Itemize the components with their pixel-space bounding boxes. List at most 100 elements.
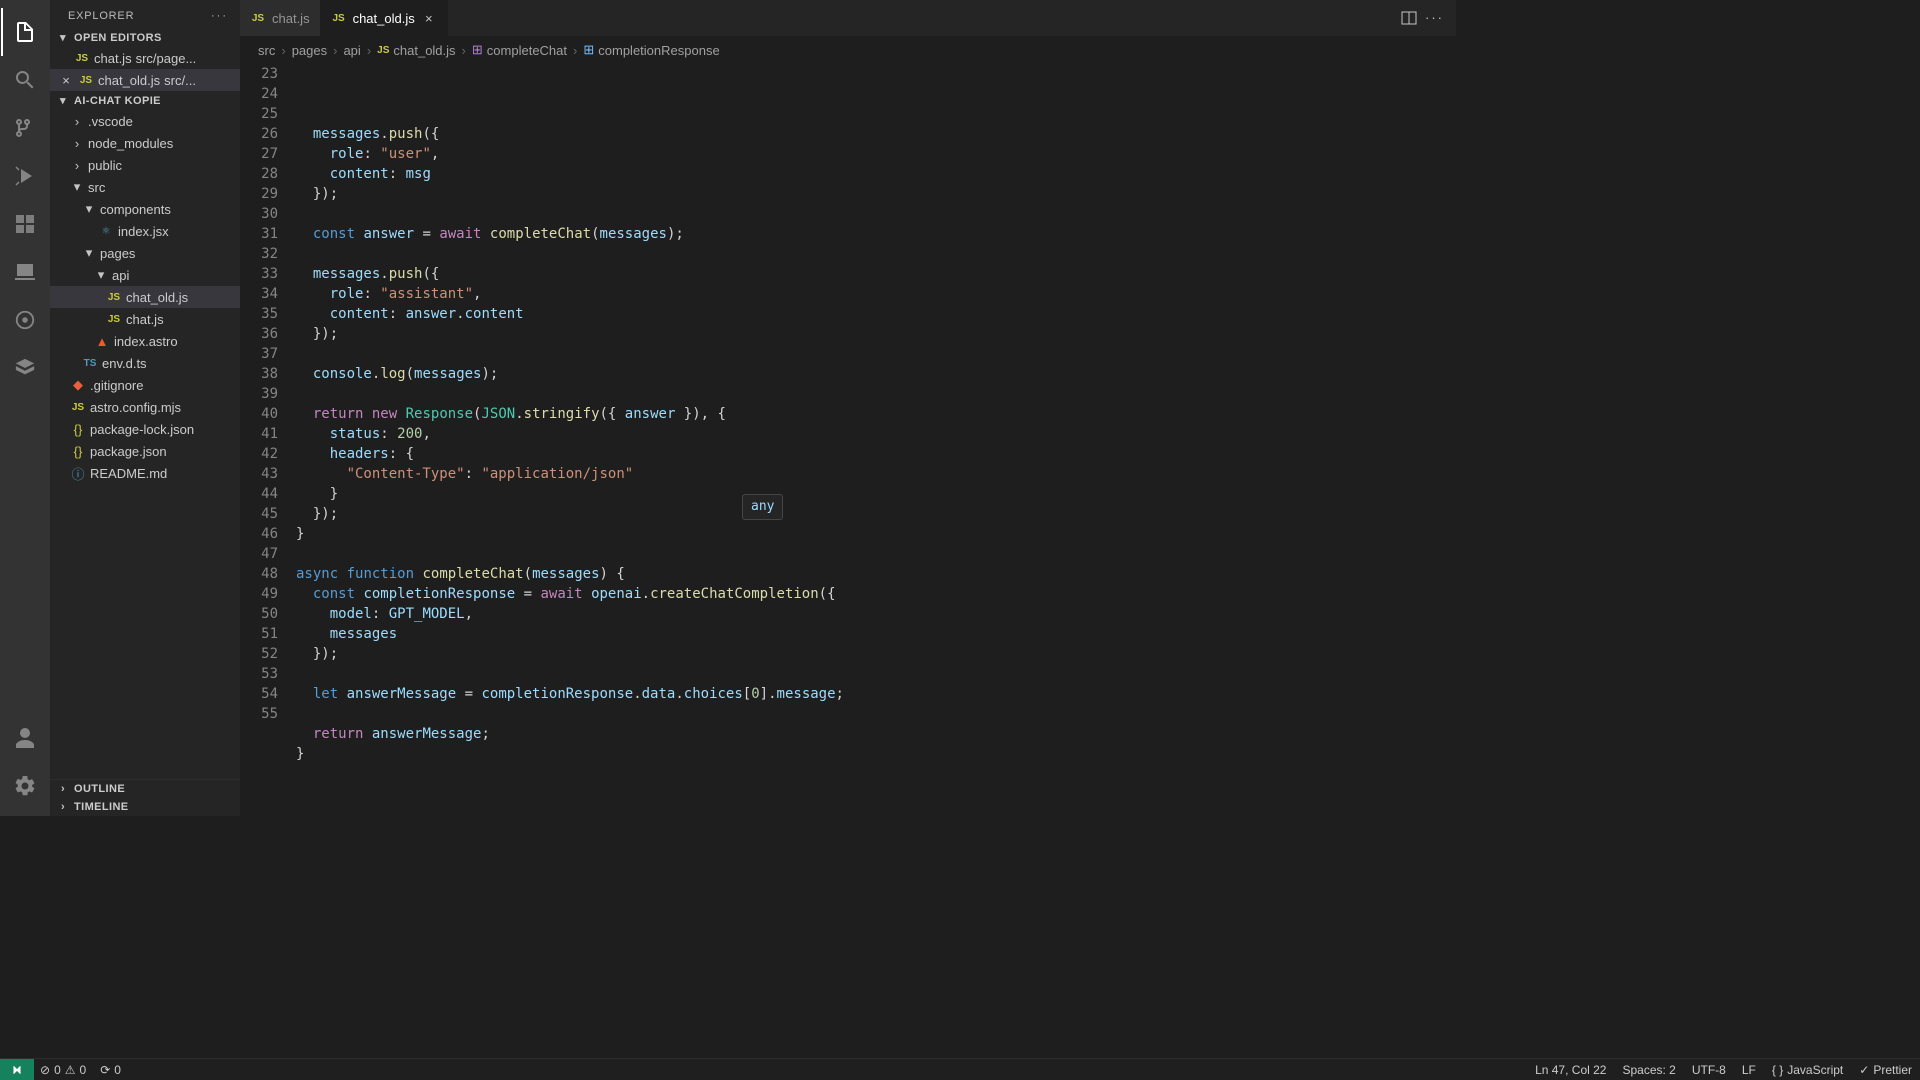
- status-indentation[interactable]: Spaces: 2: [1622, 1063, 1675, 1077]
- js-icon: JS: [70, 402, 86, 413]
- sidebar: EXPLORER ··· ▾ OPEN EDITORS JS chat.js s…: [50, 0, 240, 816]
- folder-api[interactable]: ▾api: [50, 264, 240, 286]
- open-editor-item[interactable]: JS chat.js src/page...: [50, 47, 240, 69]
- breadcrumb-item: api: [343, 43, 360, 58]
- file-package-lock[interactable]: {}package-lock.json: [50, 418, 240, 440]
- breadcrumb-item: pages: [292, 43, 327, 58]
- timeline-header[interactable]: › TIMELINE: [50, 798, 240, 816]
- chevron-down-icon: ▾: [82, 245, 96, 261]
- code-editor[interactable]: 2324252627282930313233343536373839404142…: [240, 64, 1456, 816]
- status-prettier[interactable]: ✓Prettier: [1859, 1063, 1912, 1077]
- gear-icon: [13, 774, 37, 798]
- jsx-icon: ⚛: [98, 226, 114, 237]
- sidebar-title: EXPLORER: [68, 10, 134, 22]
- js-icon: JS: [331, 13, 347, 24]
- folder-node-modules[interactable]: ›node_modules: [50, 132, 240, 154]
- breadcrumb-item: ⊞completeChat: [472, 42, 567, 58]
- more-icon[interactable]: ···: [1425, 10, 1444, 26]
- activity-astro[interactable]: [1, 296, 49, 344]
- chevron-down-icon: ▾: [94, 267, 108, 283]
- chevron-right-icon: ›: [70, 158, 84, 173]
- file-index-astro[interactable]: ▲index.astro: [50, 330, 240, 352]
- open-editors-header[interactable]: ▾ OPEN EDITORS: [50, 28, 240, 47]
- activity-extensions[interactable]: [1, 200, 49, 248]
- status-cursor-position[interactable]: Ln 47, Col 22: [1535, 1063, 1606, 1077]
- account-icon: [13, 726, 37, 750]
- outline-header[interactable]: › OUTLINE: [50, 780, 240, 798]
- file-env-d-ts[interactable]: TSenv.d.ts: [50, 352, 240, 374]
- check-icon: ✓: [1859, 1063, 1869, 1077]
- git-icon: ◆: [70, 377, 86, 393]
- breadcrumb-item: ⊞completionResponse: [583, 42, 719, 58]
- branch-icon: [13, 116, 37, 140]
- json-icon: {}: [70, 444, 86, 459]
- search-icon: [13, 68, 37, 92]
- code-content[interactable]: any messages.push({ role: "user", conten…: [296, 64, 1456, 816]
- ts-icon: TS: [82, 358, 98, 369]
- remote-window-button[interactable]: [0, 1059, 34, 1080]
- close-icon[interactable]: ×: [58, 73, 74, 88]
- breadcrumb[interactable]: src› pages› api› JSchat_old.js› ⊞complet…: [240, 36, 1456, 64]
- status-eol[interactable]: LF: [1742, 1063, 1756, 1077]
- warning-icon: ⚠: [65, 1063, 76, 1077]
- js-icon: JS: [106, 314, 122, 325]
- remote-icon: [13, 260, 37, 284]
- file-index-jsx[interactable]: ⚛index.jsx: [50, 220, 240, 242]
- astro-file-icon: ▲: [94, 334, 110, 349]
- json-icon: {}: [70, 422, 86, 437]
- activity-bar: [0, 0, 50, 816]
- folder-src[interactable]: ▾src: [50, 176, 240, 198]
- chevron-right-icon: ›: [56, 783, 70, 795]
- file-gitignore[interactable]: ◆.gitignore: [50, 374, 240, 396]
- activity-search[interactable]: [1, 56, 49, 104]
- close-icon[interactable]: ×: [421, 10, 437, 26]
- tab-chat-js[interactable]: JS chat.js: [240, 0, 321, 36]
- js-icon: JS: [106, 292, 122, 303]
- status-language[interactable]: { }JavaScript: [1772, 1063, 1843, 1077]
- folder-components[interactable]: ▾components: [50, 198, 240, 220]
- chevron-right-icon: ›: [70, 114, 84, 129]
- file-chat-js[interactable]: JSchat.js: [50, 308, 240, 330]
- folder-vscode[interactable]: ›.vscode: [50, 110, 240, 132]
- tab-chat-old-js[interactable]: JS chat_old.js ×: [321, 0, 448, 36]
- js-icon: JS: [377, 45, 389, 56]
- activity-settings[interactable]: [1, 762, 49, 810]
- status-ports[interactable]: ⟳0: [100, 1063, 121, 1077]
- status-encoding[interactable]: UTF-8: [1692, 1063, 1726, 1077]
- file-tree: ›.vscode ›node_modules ›public ▾src ▾com…: [50, 110, 240, 779]
- file-astro-config[interactable]: JSastro.config.mjs: [50, 396, 240, 418]
- activity-run-debug[interactable]: [1, 152, 49, 200]
- file-chat-old-js[interactable]: JSchat_old.js: [50, 286, 240, 308]
- js-icon: JS: [74, 53, 90, 64]
- hover-tooltip: any: [742, 494, 783, 520]
- open-editor-item-active[interactable]: × JS chat_old.js src/...: [50, 69, 240, 91]
- chevron-down-icon: ▾: [56, 31, 70, 44]
- line-numbers: 2324252627282930313233343536373839404142…: [240, 64, 296, 816]
- tab-bar: JS chat.js JS chat_old.js × ···: [240, 0, 1456, 36]
- workspace-header[interactable]: ▾ AI-CHAT KOPIE: [50, 91, 240, 110]
- chevron-down-icon: ▾: [82, 201, 96, 217]
- activity-remote-explorer[interactable]: [1, 248, 49, 296]
- error-icon: ⊘: [40, 1063, 50, 1077]
- activity-source-control[interactable]: [1, 104, 49, 152]
- file-package-json[interactable]: {}package.json: [50, 440, 240, 462]
- activity-misc[interactable]: [1, 344, 49, 392]
- variable-icon: ⊞: [583, 42, 594, 58]
- js-icon: JS: [78, 75, 94, 86]
- status-problems[interactable]: ⊘0 ⚠0: [40, 1063, 86, 1077]
- chevron-right-icon: ›: [70, 136, 84, 151]
- debug-icon: [13, 164, 37, 188]
- folder-pages[interactable]: ▾pages: [50, 242, 240, 264]
- folder-public[interactable]: ›public: [50, 154, 240, 176]
- breadcrumb-item: src: [258, 43, 275, 58]
- chevron-down-icon: ▾: [56, 94, 70, 107]
- extensions-icon: [13, 212, 37, 236]
- split-editor-icon[interactable]: [1401, 10, 1417, 26]
- sidebar-more-icon[interactable]: ···: [211, 10, 228, 22]
- info-icon: ⓘ: [70, 464, 86, 483]
- activity-accounts[interactable]: [1, 714, 49, 762]
- layers-icon: [14, 357, 36, 379]
- file-readme[interactable]: ⓘREADME.md: [50, 462, 240, 484]
- breadcrumb-item: JSchat_old.js: [377, 43, 455, 58]
- activity-explorer[interactable]: [1, 8, 49, 56]
